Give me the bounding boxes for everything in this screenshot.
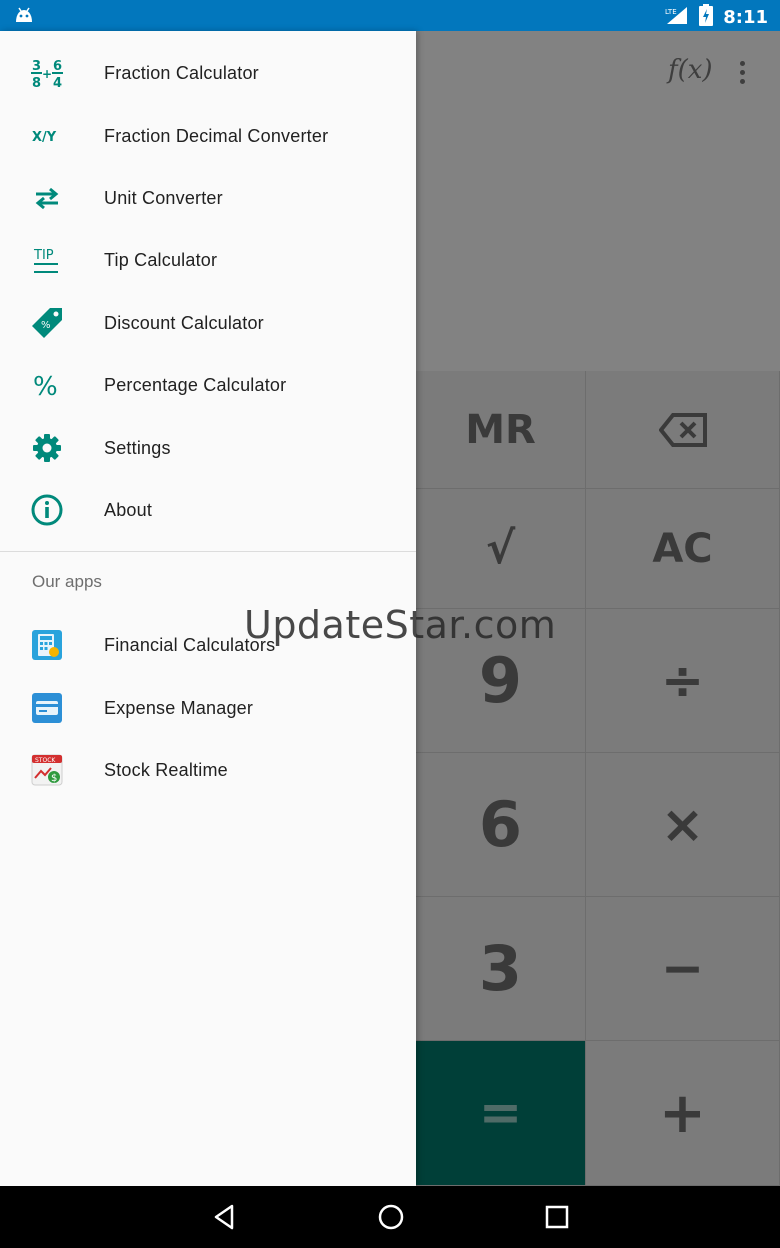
drawer-item-label: Tip Calculator: [104, 249, 218, 270]
svg-text:%: %: [33, 372, 58, 402]
backspace-icon: [658, 412, 707, 447]
watermark: UpdateStar.com: [244, 603, 557, 647]
recents-icon[interactable]: [542, 1202, 572, 1232]
tip-icon-text: TIP: [33, 248, 54, 263]
back-icon[interactable]: [210, 1202, 240, 1232]
svg-text:3: 3: [32, 59, 41, 74]
drawer-item-about[interactable]: About: [0, 479, 416, 541]
svg-text:$: $: [51, 773, 57, 784]
section-title-our-apps: Our apps: [32, 572, 102, 591]
key-equals[interactable]: =: [416, 1041, 586, 1186]
network-type-label: LTE: [665, 8, 677, 16]
key-sqrt[interactable]: √: [416, 489, 586, 609]
drawer-item-discount-calculator[interactable]: % Discount Calculator: [0, 292, 416, 354]
percent-icon: %: [30, 368, 64, 402]
gear-icon: [30, 431, 64, 465]
android-icon: [14, 6, 34, 29]
drawer-item-label: Discount Calculator: [104, 312, 264, 333]
drawer-item-label: Percentage Calculator: [104, 374, 287, 395]
drawer-item-label: Expense Manager: [104, 697, 254, 718]
drawer-item-tip-calculator[interactable]: TIP Tip Calculator: [0, 229, 416, 291]
svg-text:8: 8: [32, 76, 41, 90]
tip-icon: TIP: [30, 243, 64, 277]
key-minus[interactable]: −: [586, 897, 780, 1041]
key-backspace[interactable]: [586, 371, 780, 489]
drawer-app-stock-realtime[interactable]: STOCK $ Stock Realtime: [0, 739, 416, 801]
xy-icon: X/Y: [30, 119, 64, 153]
xy-icon-text: X/Y: [32, 130, 57, 145]
drawer-item-label: Fraction Calculator: [104, 62, 259, 83]
key-ac[interactable]: AC: [586, 489, 780, 609]
drawer-item-unit-converter[interactable]: Unit Converter: [0, 167, 416, 229]
key-6[interactable]: 6: [416, 753, 586, 897]
more-options-icon[interactable]: [732, 61, 752, 85]
stock-realtime-app-icon: STOCK $: [30, 753, 64, 787]
function-button[interactable]: f(x): [668, 55, 713, 85]
drawer-item-label: Stock Realtime: [104, 759, 228, 780]
financial-calculators-app-icon: [30, 628, 64, 662]
key-mr[interactable]: MR: [416, 371, 586, 489]
key-multiply[interactable]: ×: [586, 753, 780, 897]
system-nav-bar: [0, 1186, 780, 1248]
drawer-item-fraction-calculator[interactable]: 3 8 + 6 4 Fraction Calculator: [0, 42, 416, 104]
svg-text:6: 6: [53, 59, 62, 74]
key-divide[interactable]: ÷: [586, 609, 780, 753]
drawer-app-expense-manager[interactable]: Expense Manager: [0, 677, 416, 739]
home-icon[interactable]: [376, 1202, 406, 1232]
signal-icon: LTE: [665, 5, 689, 30]
drawer-item-label: Settings: [104, 437, 171, 458]
drawer-item-label: Unit Converter: [104, 187, 223, 208]
swap-arrows-icon: [30, 181, 64, 215]
key-3[interactable]: 3: [416, 897, 586, 1041]
stock-icon-text: STOCK: [35, 757, 56, 764]
battery-icon: [699, 4, 714, 31]
expense-manager-app-icon: [30, 691, 64, 725]
drawer-item-percentage-calculator[interactable]: % Percentage Calculator: [0, 354, 416, 416]
key-plus[interactable]: +: [586, 1041, 780, 1186]
drawer-item-label: About: [104, 499, 153, 520]
drawer-divider: [0, 551, 416, 552]
clock: 8:11: [723, 7, 768, 28]
status-bar: LTE 8:11: [0, 0, 780, 31]
tag-icon: %: [30, 306, 64, 340]
svg-text:4: 4: [53, 76, 62, 90]
drawer-item-settings[interactable]: Settings: [0, 417, 416, 479]
svg-text:+: +: [42, 67, 52, 81]
drawer-item-fraction-decimal-converter[interactable]: X/Y Fraction Decimal Converter: [0, 105, 416, 167]
info-icon: [30, 493, 64, 527]
svg-text:%: %: [41, 320, 51, 331]
drawer-item-label: Fraction Decimal Converter: [104, 125, 329, 146]
fraction-icon: 3 8 + 6 4: [30, 56, 64, 90]
